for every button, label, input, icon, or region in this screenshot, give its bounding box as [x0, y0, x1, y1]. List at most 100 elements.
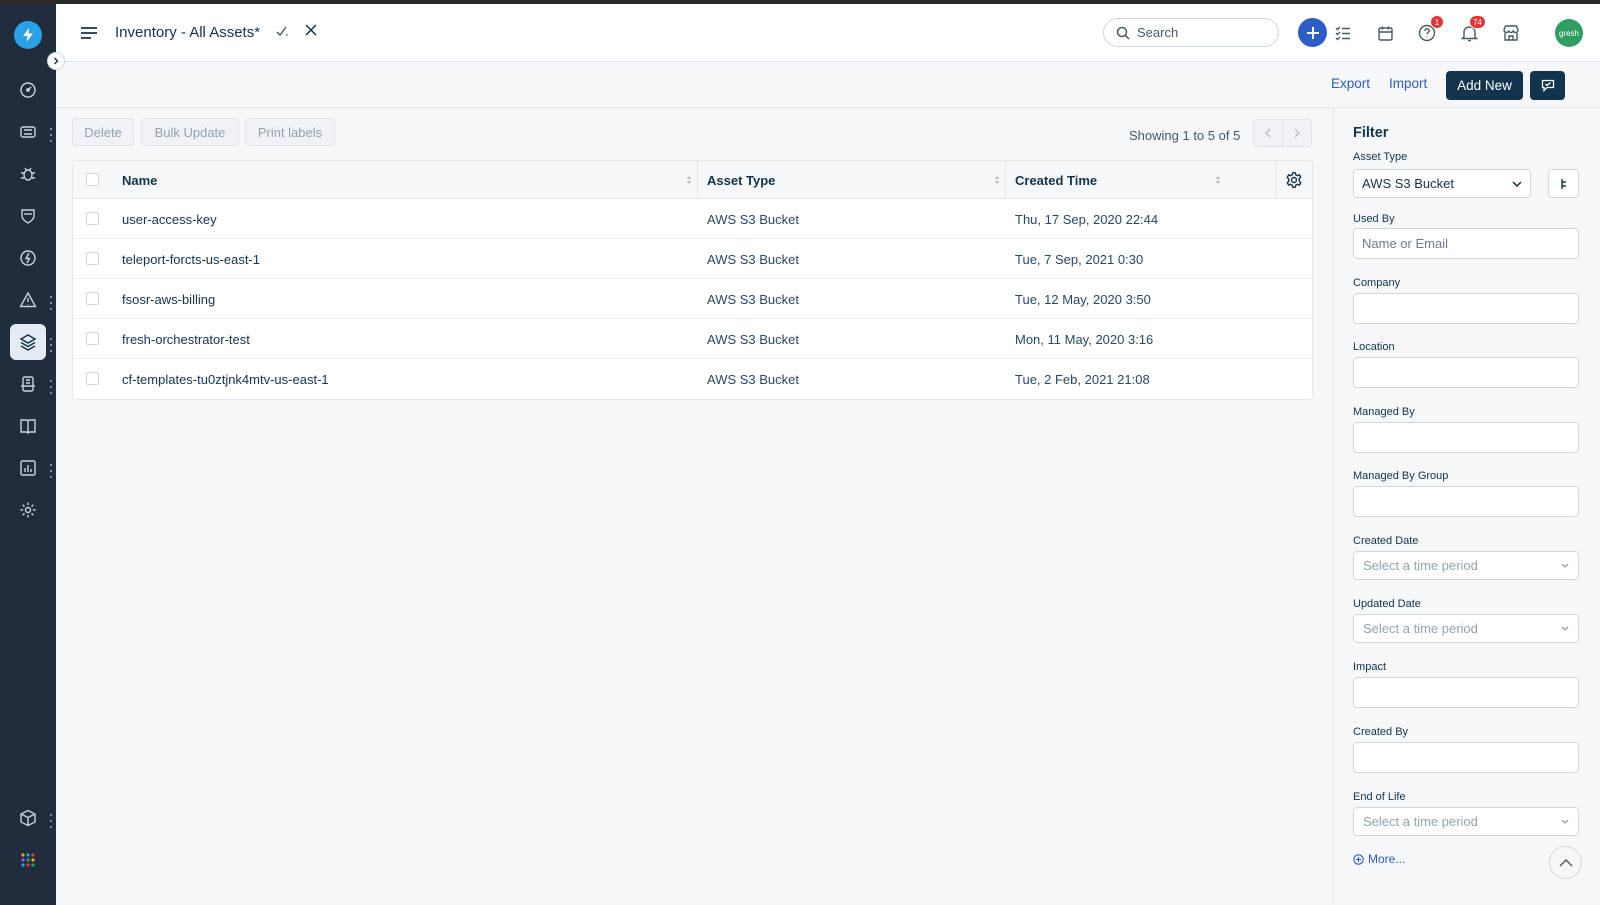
created-by-field[interactable]	[1353, 742, 1579, 773]
asset-name[interactable]: teleport-forcts-us-east-1	[122, 239, 260, 279]
asset-type-label: Asset Type	[1353, 151, 1408, 163]
todo-list-icon[interactable]	[1331, 21, 1355, 45]
table-row[interactable]: user-access-key AWS S3 Bucket Thu, 17 Se…	[73, 199, 1312, 239]
end-of-life-select[interactable]: Select a time period	[1353, 807, 1579, 836]
table-row[interactable]: fresh-orchestrator-test AWS S3 Bucket Mo…	[73, 319, 1312, 359]
created-by-input[interactable]	[1354, 743, 1578, 772]
user-avatar[interactable]: gresh	[1555, 19, 1583, 47]
managed-by-group-input[interactable]	[1354, 487, 1578, 516]
row-checkbox[interactable]	[86, 332, 99, 345]
prev-page-button[interactable]	[1254, 120, 1283, 146]
row-checkbox[interactable]	[86, 292, 99, 305]
releases-icon[interactable]	[10, 366, 46, 402]
help-icon[interactable]: 1	[1415, 15, 1444, 45]
calendar-icon[interactable]	[1373, 21, 1397, 45]
delete-button[interactable]: Delete	[72, 118, 134, 146]
used-by-input[interactable]	[1354, 229, 1578, 258]
new-item-plus-button[interactable]	[1298, 18, 1327, 47]
changes-icon[interactable]	[10, 240, 46, 276]
managed-by-label: Managed By	[1353, 406, 1415, 418]
row-checkbox[interactable]	[86, 252, 99, 265]
feedback-chat-button[interactable]	[1530, 71, 1565, 100]
end-of-life-label: End of Life	[1353, 791, 1406, 803]
select-all-checkbox[interactable]	[86, 173, 99, 186]
sort-icon[interactable]	[994, 175, 1000, 185]
table-row[interactable]: teleport-forcts-us-east-1 AWS S3 Bucket …	[73, 239, 1312, 279]
export-button[interactable]: Export	[1331, 76, 1370, 91]
asset-type-select[interactable]: AWS S3 Bucket	[1353, 169, 1531, 198]
print-labels-button[interactable]: Print labels	[245, 118, 335, 146]
managed-by-input[interactable]	[1354, 423, 1578, 452]
location-input[interactable]	[1354, 358, 1578, 387]
asset-name[interactable]: user-access-key	[122, 199, 217, 239]
managed-by-group-label: Managed By Group	[1353, 470, 1449, 482]
cube-more-icon[interactable]	[48, 814, 54, 828]
notifications-bell-icon[interactable]: 74	[1457, 15, 1486, 45]
tickets-icon[interactable]	[10, 114, 46, 150]
created-time: Tue, 2 Feb, 2021 21:08	[1015, 371, 1150, 387]
plus-circle-icon	[1353, 853, 1364, 865]
table-row[interactable]: cf-templates-tu0ztjnk4mtv-us-east-1 AWS …	[73, 359, 1312, 399]
add-new-button[interactable]: Add New	[1446, 71, 1523, 100]
tickets-more-icon[interactable]	[48, 128, 54, 142]
column-header-name[interactable]: Name	[122, 161, 157, 199]
solutions-book-icon[interactable]	[10, 408, 46, 444]
managed-by-group-field[interactable]	[1353, 486, 1579, 517]
cube-icon[interactable]	[10, 800, 46, 836]
managed-by-field[interactable]	[1353, 422, 1579, 453]
releases-more-icon[interactable]	[48, 380, 54, 394]
used-by-label: Used By	[1353, 213, 1395, 225]
more-filters-link[interactable]: More...	[1353, 852, 1405, 866]
problems-icon[interactable]	[10, 282, 46, 318]
shield-icon[interactable]	[10, 198, 46, 234]
reports-more-icon[interactable]	[48, 464, 54, 478]
company-input[interactable]	[1354, 294, 1578, 323]
bug-icon[interactable]	[10, 156, 46, 192]
asset-type-tree-button[interactable]	[1548, 169, 1579, 198]
sort-icon[interactable]	[1215, 175, 1221, 185]
hierarchy-icon	[1560, 178, 1566, 189]
location-field[interactable]	[1353, 357, 1579, 388]
chevron-right-icon	[1294, 128, 1300, 138]
save-view-check-icon[interactable]	[275, 23, 291, 44]
close-view-icon[interactable]	[304, 23, 318, 42]
expand-sidebar-button[interactable]	[47, 52, 65, 70]
company-field[interactable]	[1353, 293, 1579, 324]
column-header-asset-type[interactable]: Asset Type	[707, 161, 775, 199]
asset-name[interactable]: cf-templates-tu0ztjnk4mtv-us-east-1	[122, 359, 329, 399]
marketplace-store-icon[interactable]	[1499, 21, 1523, 45]
column-settings-gear-icon[interactable]	[1284, 170, 1304, 190]
sort-icon[interactable]	[686, 175, 692, 185]
chevron-up-icon	[1559, 858, 1572, 866]
row-checkbox[interactable]	[86, 372, 99, 385]
asset-name[interactable]: fsosr-aws-billing	[122, 279, 215, 319]
asset-name[interactable]: fresh-orchestrator-test	[122, 319, 250, 359]
admin-gear-icon[interactable]	[10, 492, 46, 528]
app-switcher-icon[interactable]	[10, 842, 46, 878]
global-search-box[interactable]	[1103, 18, 1279, 47]
impact-field[interactable]	[1353, 677, 1579, 708]
bulk-update-button[interactable]: Bulk Update	[141, 118, 239, 146]
created-date-select[interactable]: Select a time period	[1353, 551, 1579, 580]
assets-icon[interactable]	[10, 324, 46, 360]
app-logo-icon[interactable]	[14, 21, 42, 49]
row-checkbox[interactable]	[86, 212, 99, 225]
search-input[interactable]	[1137, 25, 1267, 40]
impact-input[interactable]	[1354, 678, 1578, 707]
assets-more-icon[interactable]	[48, 338, 54, 352]
table-row[interactable]: fsosr-aws-billing AWS S3 Bucket Tue, 12 …	[73, 279, 1312, 319]
used-by-field[interactable]	[1353, 228, 1579, 259]
chevron-left-icon	[1264, 128, 1271, 138]
menu-hamburger-icon[interactable]	[80, 26, 98, 45]
updated-date-select[interactable]: Select a time period	[1353, 614, 1579, 643]
problems-more-icon[interactable]	[48, 296, 54, 310]
import-button[interactable]: Import	[1389, 76, 1427, 91]
asset-type: AWS S3 Bucket	[707, 211, 799, 227]
dashboard-icon[interactable]	[10, 72, 46, 108]
reports-icon[interactable]	[10, 450, 46, 486]
next-page-button[interactable]	[1283, 120, 1311, 146]
scroll-to-top-button[interactable]	[1549, 846, 1582, 879]
impact-label: Impact	[1353, 661, 1387, 673]
column-header-created-time[interactable]: Created Time	[1015, 161, 1097, 199]
created-time: Thu, 17 Sep, 2020 22:44	[1015, 211, 1159, 227]
